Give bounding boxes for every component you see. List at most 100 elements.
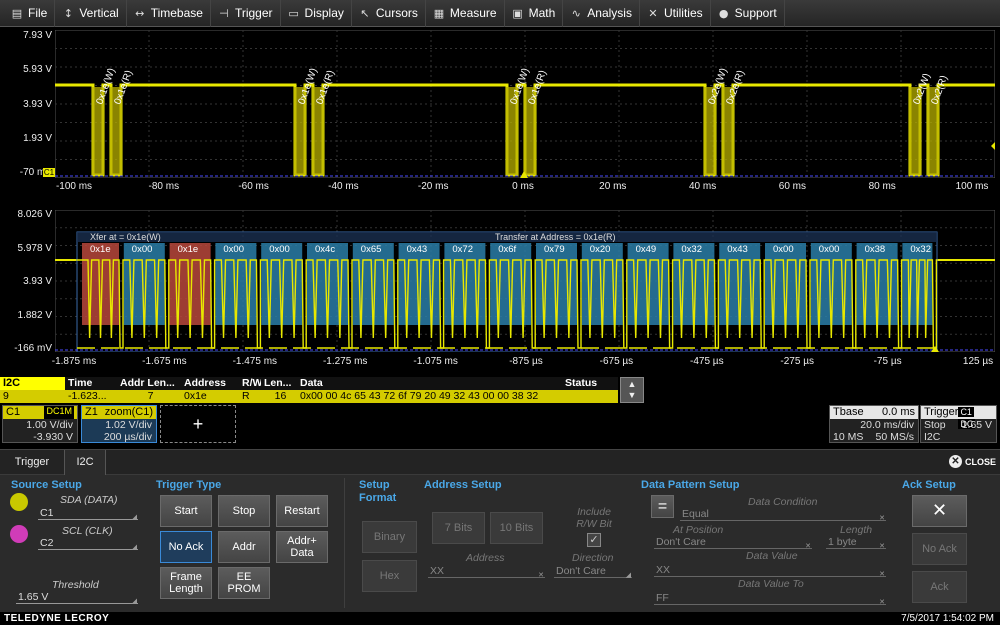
menu-file[interactable]: ▤ File [4, 0, 56, 27]
menu-vertical[interactable]: ↕ Vertical [55, 0, 127, 27]
tbase-descriptor[interactable]: Tbase 0.0 ms 20.0 ms/div 10 MS 50 MS/s [829, 405, 919, 443]
time-label: -275 µs [780, 356, 814, 367]
svg-text:0x20: 0x20 [590, 244, 611, 255]
ack-option-button[interactable]: Ack [912, 571, 967, 603]
svg-text:0x38: 0x38 [865, 244, 886, 255]
tbase-tdiv: 20.0 ms/div [860, 419, 914, 431]
decode-scroll-control[interactable]: ▲ ▼ [620, 377, 644, 403]
scroll-down-icon[interactable]: ▼ [628, 390, 637, 401]
svg-text:0x00: 0x00 [132, 244, 153, 255]
c1-descriptor[interactable]: C1 DC1M 1.00 V/div -3.930 V [2, 405, 78, 443]
length-input[interactable]: 1 byte ✕ [826, 536, 886, 550]
menu-display[interactable]: ▭ Display [281, 0, 352, 27]
table-row[interactable]: 9 -1.623... 7 0x1e R 16 0x00 00 4c 65 43… [0, 390, 618, 403]
z1-descriptor[interactable]: Z1 zoom(C1) 1.02 V/div 200 µs/div [81, 405, 157, 443]
time-label: 80 ms [868, 181, 896, 192]
at-position-label: At Position [673, 524, 724, 536]
menu-support[interactable]: ● Support [711, 0, 785, 27]
threshold-input[interactable]: 1.65 V ◢ [16, 591, 138, 605]
trigger-label: Trigger [924, 406, 959, 418]
tbase-rate: 50 MS/s [875, 431, 914, 443]
at-position-input[interactable]: Don't Care ✕ [654, 536, 812, 550]
menu-math[interactable]: ▣ Math [505, 0, 564, 27]
ee-prom-button[interactable]: EE PROM [218, 567, 270, 599]
menu-measure[interactable]: ▦ Measure [426, 0, 505, 27]
col-rw[interactable]: R/W [239, 377, 261, 390]
stop-button[interactable]: Stop [218, 495, 270, 527]
binary-button[interactable]: Binary [362, 521, 417, 553]
decode-table[interactable]: Time Addr Len... Address R/W Len... Data… [0, 377, 620, 403]
scroll-up-icon[interactable]: ▲ [628, 379, 637, 390]
start-button[interactable]: Start [160, 495, 212, 527]
time-label: 0 ms [512, 181, 534, 192]
no-ack-option-button[interactable]: No Ack [912, 533, 967, 565]
address-label: Address [466, 552, 505, 564]
decode-tag[interactable]: I2C [0, 377, 65, 390]
grid2-zoom-area[interactable]: Xfer at = 0x1e(W) Transfer at Address = 0… [55, 210, 995, 352]
equal-operator-button[interactable]: = [651, 495, 674, 518]
scl-source-select[interactable]: C2 ◢ [38, 537, 138, 551]
col-status[interactable]: Status [562, 377, 618, 390]
tbase-delay: 0.0 ms [881, 406, 915, 418]
svg-text:0x32: 0x32 [910, 244, 931, 255]
ack-setup-title: Ack Setup [902, 479, 956, 491]
direction-select[interactable]: Don't Care ◢ [554, 565, 632, 579]
data-value-to-input[interactable]: FF ✕ [654, 592, 886, 606]
10-bits-button[interactable]: 10 Bits [490, 512, 543, 544]
address-input[interactable]: XX ✕ [428, 565, 545, 579]
menu-label: Vertical [79, 6, 119, 20]
menu-cursors[interactable]: ↖ Cursors [352, 0, 426, 27]
voltage-label: 5.93 V [23, 64, 52, 76]
data-pattern-title: Data Pattern Setup [641, 479, 740, 491]
trigger-icon: ⊣ [219, 6, 229, 20]
frame-length-button[interactable]: Frame Length [160, 567, 212, 599]
trigger-descriptor[interactable]: Trigger C1 DC Stop 1.65 V I2C [920, 405, 997, 443]
menu-analysis[interactable]: ∿ Analysis [563, 0, 640, 27]
close-button[interactable]: ✕ CLOSE [948, 455, 996, 468]
hex-button[interactable]: Hex [362, 560, 417, 592]
tab-i2c[interactable]: I2C [64, 450, 106, 475]
c1-offset: -3.930 V [33, 431, 73, 443]
ack-dont-care-button[interactable]: ✕ [912, 495, 967, 527]
menu-label: Cursors [375, 6, 418, 20]
status-bar: TELEDYNE LECROY 7/5/2017 1:54:02 PM [0, 612, 1000, 625]
data-condition-label: Data Condition [748, 496, 818, 508]
add-trace-button[interactable]: + [160, 405, 236, 443]
col-data[interactable]: Data [297, 377, 562, 390]
time-label: -1.275 ms [322, 356, 368, 367]
no-ack-button[interactable]: No Ack [160, 531, 212, 563]
time-label: -60 ms [238, 181, 269, 192]
setup-format-title: Setup Format [359, 479, 397, 504]
addr-button[interactable]: Addr [218, 531, 270, 563]
7-bits-button[interactable]: 7 Bits [432, 512, 485, 544]
cell-time: -1.623... [68, 390, 107, 402]
svg-text:0x32: 0x32 [681, 244, 702, 255]
voltage-label: 3.93 V [23, 276, 52, 287]
col-len[interactable]: Len... [261, 377, 297, 390]
data-value-to-label: Data Value To [738, 578, 804, 590]
tab-trigger[interactable]: Trigger [0, 450, 64, 475]
trigger-type-title: Trigger Type [156, 479, 222, 491]
close-label: CLOSE [964, 456, 996, 467]
data-condition-select[interactable]: Equal ✕ [680, 508, 886, 522]
restart-button[interactable]: Restart [276, 495, 328, 527]
col-time[interactable]: Time [65, 377, 117, 390]
menu-trigger[interactable]: ⊣ Trigger [211, 0, 281, 27]
channel-ground-marker[interactable]: C1 [43, 168, 55, 177]
addr-data-button[interactable]: Addr+ Data [276, 531, 328, 563]
trigger-mode: Stop [924, 419, 946, 431]
sda-source-select[interactable]: C1 ◢ [38, 507, 138, 521]
svg-text:0x43: 0x43 [727, 244, 748, 255]
include-rw-checkbox[interactable]: ✓ [587, 533, 601, 547]
close-icon: ✕ [948, 455, 962, 468]
cell-status [562, 390, 618, 403]
menu-utilities[interactable]: ✕ Utilities [640, 0, 711, 27]
sda-label: SDA (DATA) [60, 494, 118, 506]
svg-text:Transfer at Address = 0x1e(R): Transfer at Address = 0x1e(R) [495, 232, 615, 242]
data-value-input[interactable]: XX ✕ [654, 564, 886, 578]
col-addr-len[interactable]: Addr Len... [117, 377, 181, 390]
grid1-trace-area[interactable]: 0x1e(W)0x1e(R) 0x1e(W)0x1e(R) 0x1e(W)0x1e(… [55, 30, 995, 178]
menu-timebase[interactable]: ↔ Timebase [127, 0, 211, 27]
time-label: -475 µs [690, 356, 724, 367]
col-address[interactable]: Address [181, 377, 239, 390]
